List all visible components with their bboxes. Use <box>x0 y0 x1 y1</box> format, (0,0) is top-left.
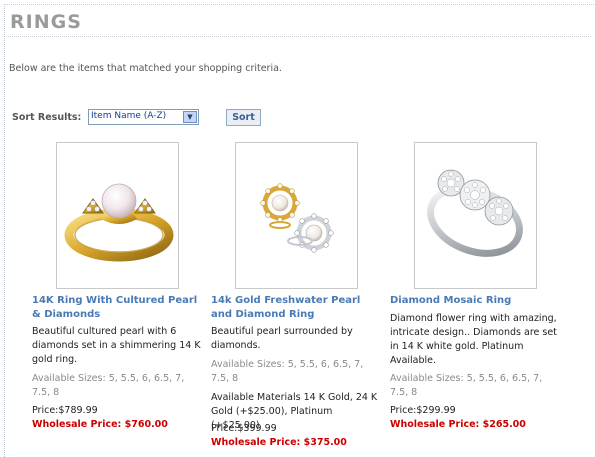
freshwater-pearl-rings-image[interactable] <box>235 142 358 289</box>
intro-text: Below are the items that matched your sh… <box>9 63 282 74</box>
sort-button[interactable]: Sort <box>226 109 261 126</box>
product-name-link[interactable]: Diamond Mosaic Ring <box>390 294 562 308</box>
page-title: RINGS <box>10 11 82 33</box>
product-name-link[interactable]: 14K Ring With Cultured Pearl & Diamonds <box>32 294 204 322</box>
product-sizes: Available Sizes: 5, 5.5, 6, 6.5, 7, 7.5,… <box>211 359 364 384</box>
product-name-link[interactable]: 14k Gold Freshwater Pearl and Diamond Ri… <box>211 294 383 322</box>
product-price: Price:$789.99 <box>32 405 98 416</box>
diamond-mosaic-ring-image[interactable] <box>414 142 537 289</box>
sort-select[interactable]: Item Name (A-Z) ▼ <box>88 109 199 125</box>
title-divider <box>6 36 591 37</box>
gold-pearl-ring-image[interactable] <box>56 142 179 289</box>
product-sizes: Available Sizes: 5, 5.5, 6, 6.5, 7, 7.5,… <box>390 373 543 398</box>
product-price: Price:$399.99 <box>211 423 277 434</box>
product-sizes: Available Sizes: 5, 5.5, 6, 6.5, 7, 7.5,… <box>32 373 185 398</box>
sort-select-value: Item Name (A-Z) <box>91 111 167 121</box>
product-price: Price:$299.99 <box>390 405 456 416</box>
product-description: Beautiful cultured pearl with 6 diamonds… <box>32 326 201 365</box>
product-wholesale-price: Wholesale Price: $375.00 <box>211 437 347 448</box>
product-description: Beautiful pearl surrounded by diamonds. <box>211 326 353 351</box>
chevron-down-icon[interactable]: ▼ <box>183 111 197 123</box>
sort-results-label: Sort Results: <box>12 112 82 123</box>
product-wholesale-price: Wholesale Price: $265.00 <box>390 419 526 430</box>
product-wholesale-price: Wholesale Price: $760.00 <box>32 419 168 430</box>
product-description: Diamond flower ring with amazing, intric… <box>390 313 557 366</box>
